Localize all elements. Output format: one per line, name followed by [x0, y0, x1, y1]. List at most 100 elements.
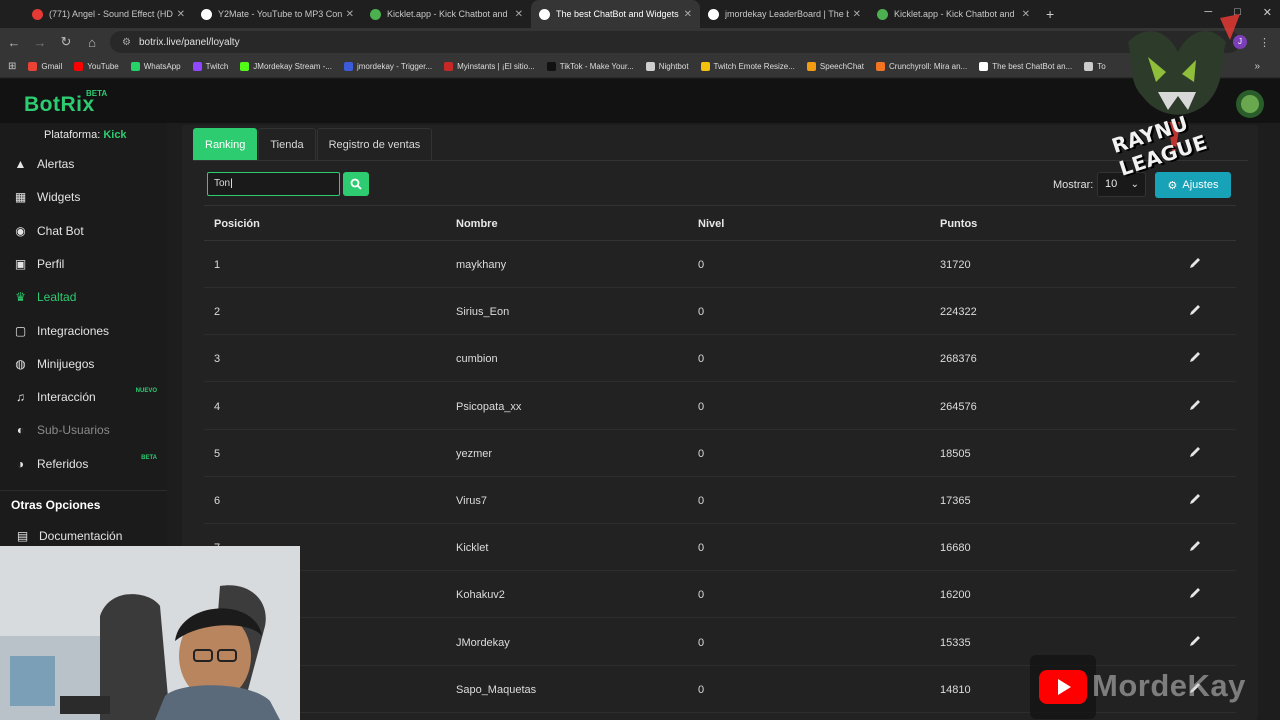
cell-level: 0	[698, 542, 705, 555]
cell-position: 5	[214, 447, 221, 460]
bookmark-favicon-icon	[130, 62, 140, 71]
sidebar-item-minijuegos[interactable]: ◍ Minijuegos	[0, 349, 167, 379]
bookmark-item[interactable]: jmordekay - Trigger...	[343, 62, 432, 71]
edit-pencil-icon[interactable]	[1188, 303, 1202, 317]
tab-title: (771) Angel - Sound Effect (HD	[49, 9, 173, 19]
browser-tab[interactable]: jmordekay LeaderBoard | The b ✕	[700, 0, 869, 28]
apps-icon[interactable]: ⊞	[8, 61, 16, 72]
cell-level: 0	[698, 683, 705, 696]
bookmark-item[interactable]: Gmail	[28, 62, 62, 71]
browser-tab-bar: (771) Angel - Sound Effect (HD ✕ Y2Mate - …	[0, 0, 1280, 28]
cell-points: 31720	[940, 259, 971, 271]
bookmark-label: The best ChatBot an...	[992, 62, 1073, 71]
tab-title: jmordekay LeaderBoard | The b	[725, 9, 849, 19]
sidebar-item-integraciones[interactable]: ▢ Integraciones	[0, 316, 167, 346]
bookmark-label: SpeechChat	[819, 62, 864, 71]
site-info-icon[interactable]: ⚙	[122, 37, 131, 48]
edit-pencil-icon[interactable]	[1188, 586, 1202, 600]
sidebar-item-perfil[interactable]: ▣ Perfil	[0, 249, 167, 279]
bookmark-item[interactable]: Twitch Emote Resize...	[700, 62, 795, 71]
bookmark-label: Myinstants | ¡El sitio...	[457, 62, 535, 71]
cell-points: 224322	[940, 306, 977, 319]
cell-points: 15335	[940, 636, 971, 649]
bookmark-favicon-icon	[546, 62, 556, 71]
settings-button[interactable]: ⚙ Ajustes	[1155, 172, 1231, 198]
home-icon[interactable]: ⌂	[80, 35, 104, 50]
new-tab-icon[interactable]: +	[1046, 6, 1054, 22]
botrix-logo[interactable]: BotRix	[24, 93, 95, 117]
sidebar-item-widgets[interactable]: ▦ Widgets	[0, 182, 167, 212]
sidebar-item-alertas[interactable]: ▲ Alertas	[0, 149, 167, 179]
edit-pencil-icon[interactable]	[1188, 256, 1202, 270]
edit-pencil-icon[interactable]	[1188, 492, 1202, 506]
browser-tab[interactable]: Kicklet.app - Kick Chatbot and ✕	[869, 0, 1038, 28]
browser-tab[interactable]: Kicklet.app - Kick Chatbot and ✕	[362, 0, 531, 28]
forward-icon[interactable]: →	[28, 35, 52, 50]
tab-registro-ventas[interactable]: Registro de ventas	[316, 128, 433, 160]
cell-position: 4	[214, 400, 221, 413]
close-tab-icon[interactable]: ✕	[684, 9, 692, 20]
tab-favicon-icon	[32, 8, 43, 20]
reload-icon[interactable]: ↻	[54, 34, 78, 50]
sidebar-item-label: Widgets	[37, 190, 81, 205]
edit-pencil-icon[interactable]	[1188, 350, 1202, 364]
bookmark-item[interactable]: Crunchyroll: Mira an...	[875, 62, 967, 71]
close-tab-icon[interactable]: ✕	[1022, 9, 1030, 20]
sidebar-item-chat-bot[interactable]: ◉ Chat Bot	[0, 216, 167, 246]
bookmark-item[interactable]: To	[1084, 62, 1106, 71]
bookmark-item[interactable]: Nightbot	[645, 62, 689, 71]
edit-pencil-icon[interactable]	[1188, 398, 1202, 412]
table-row: 1 maykhany 0 31720	[204, 241, 1236, 288]
column-header-name: Nombre	[456, 218, 498, 230]
logo-beta-badge: BETA	[86, 89, 108, 98]
table-row: 6 Virus7 0 17365	[204, 477, 1236, 524]
bookmark-favicon-icon	[444, 62, 454, 71]
sidebar-item-referidos[interactable]: ◑ Referidos BETA	[0, 449, 167, 479]
url-field[interactable]: ⚙ botrix.live/panel/loyalty	[110, 31, 1240, 53]
bookmark-item[interactable]: Twitch	[192, 62, 228, 71]
tab-ranking[interactable]: Ranking	[193, 128, 258, 160]
edit-pencil-icon[interactable]	[1188, 445, 1202, 459]
bookmark-item[interactable]: The best ChatBot an...	[979, 62, 1072, 71]
tab-title: Y2Mate - YouTube to MP3 Con	[218, 9, 342, 19]
search-button[interactable]	[343, 172, 369, 196]
sidebar-item-interacci-n[interactable]: ♫ Interacción NUEVO	[0, 382, 167, 412]
tab-favicon-icon	[370, 8, 381, 20]
bookmark-item[interactable]: YouTube	[74, 62, 119, 71]
sidebar-item-lealtad[interactable]: ♛ Lealtad	[0, 282, 167, 312]
bookmark-item[interactable]: JMordekay Stream -...	[240, 62, 332, 71]
browser-tab[interactable]: (771) Angel - Sound Effect (HD ✕	[24, 0, 193, 28]
close-tab-icon[interactable]: ✕	[177, 9, 185, 20]
close-tab-icon[interactable]: ✕	[853, 9, 861, 20]
edit-pencil-icon[interactable]	[1188, 634, 1202, 648]
bookmark-item[interactable]: WhatsApp	[130, 62, 181, 71]
browser-tab[interactable]: The best ChatBot and Widgets ✕	[531, 0, 700, 28]
table-row: 2 Sirius_Eon 0 224322	[204, 288, 1236, 336]
sidebar-item-sub-usuarios[interactable]: ◐ Sub-Usuarios	[0, 415, 167, 445]
search-input[interactable]: Ton|	[207, 172, 340, 196]
edit-pencil-icon[interactable]	[1188, 539, 1202, 553]
close-tab-icon[interactable]: ✕	[515, 9, 523, 20]
cell-level: 0	[698, 259, 705, 271]
bookmark-item[interactable]: Myinstants | ¡El sitio...	[444, 62, 535, 71]
bookmark-item[interactable]: TikTok - Make Your...	[546, 62, 634, 71]
browser-tab[interactable]: Y2Mate - YouTube to MP3 Con ✕	[193, 0, 362, 28]
tabs-divider	[193, 160, 1248, 161]
sidebar-item-label: Minijuegos	[37, 356, 95, 371]
close-tab-icon[interactable]: ✕	[346, 9, 354, 20]
youtube-logo	[1030, 655, 1096, 719]
cell-name: maykhany	[456, 259, 507, 271]
back-icon[interactable]: ←	[2, 35, 26, 50]
tab-tienda[interactable]: Tienda	[258, 128, 316, 160]
tab-title: Kicklet.app - Kick Chatbot and	[894, 9, 1015, 19]
sidebar-section-title: Otras Opciones	[11, 498, 101, 512]
cell-name: Kohakuv2	[456, 589, 505, 602]
address-bar: ← → ↻ ⌂ ⚙ botrix.live/panel/loyalty ☆ ≡ …	[0, 28, 1280, 56]
bookmark-item[interactable]: SpeechChat	[806, 62, 864, 71]
gears-icon: ⚙	[1167, 179, 1178, 192]
tab-favicon-icon	[539, 8, 550, 20]
bookmark-favicon-icon	[192, 62, 202, 71]
table-header: Posición Nombre Nivel Puntos	[204, 205, 1236, 241]
cell-name: JMordekay	[456, 636, 510, 649]
bookmarks-bar: ⊞ Gmail YouTube WhatsApp Twitch JMordekay St…	[0, 56, 1280, 78]
